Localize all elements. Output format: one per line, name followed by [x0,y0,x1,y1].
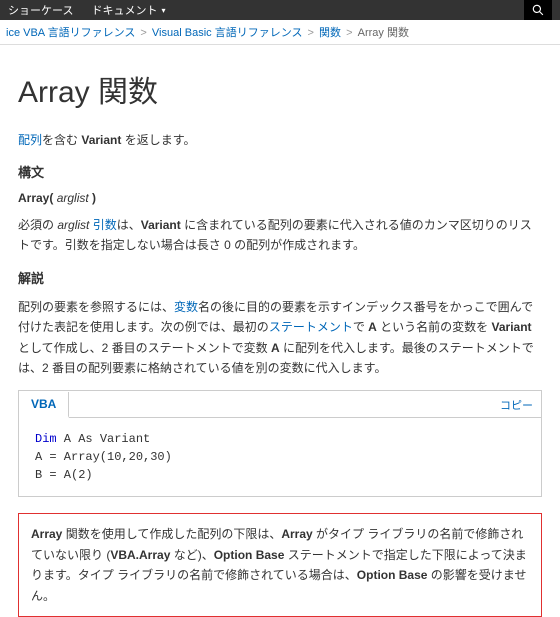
link-array[interactable]: 配列 [18,133,42,147]
syntax-heading: 構文 [18,162,542,181]
code-content: Dim A As Variant A = Array(10,20,30) B =… [19,418,541,496]
crumb-sep: > [346,27,352,39]
crumb-current: Array 関数 [358,27,409,39]
crumb-1[interactable]: Visual Basic 言語リファレンス [152,27,303,39]
nav-label: ドキュメント [91,2,157,18]
nav-showcase[interactable]: ショーケース [8,2,73,18]
syntax-line: Array( arglist ) [18,191,542,205]
code-tabs: VBA コピー [19,391,541,418]
link-statement[interactable]: ステートメント [269,320,353,334]
copy-button[interactable]: コピー [500,397,533,413]
desc-text: 配列の要素を参照するには、変数名の後に目的の要素を示すインデックス番号をかっこで… [18,297,542,379]
top-nav: ショーケース ドキュメント ▾ [0,0,560,20]
page-title: Array 関数 [18,67,542,111]
link-variable[interactable]: 変数 [174,300,198,314]
crumb-0[interactable]: ice VBA 言語リファレンス [6,27,135,39]
crumb-sep: > [140,27,146,39]
arglist-desc: 必須の arglist 引数は、Variant に含まれている配列の要素に代入さ… [18,215,542,256]
breadcrumb: ice VBA 言語リファレンス > Visual Basic 言語リファレンス… [0,20,560,45]
search-button[interactable] [524,0,552,20]
note-box: Array 関数を使用して作成した配列の下限は、Array がタイプ ライブラリ… [18,513,542,617]
crumb-2[interactable]: 関数 [319,27,341,39]
nav-label: ショーケース [8,2,73,18]
main-content: Array 関数 配列を含む Variant を返します。 構文 Array( … [0,67,560,617]
link-argument[interactable]: 引数 [93,218,117,232]
nav-document[interactable]: ドキュメント ▾ [91,2,165,18]
desc-heading: 解説 [18,268,542,287]
chevron-down-icon: ▾ [161,6,165,15]
intro-text: 配列を含む Variant を返します。 [18,131,542,148]
search-icon [532,4,544,16]
crumb-sep: > [308,27,314,39]
code-block: VBA コピー Dim A As Variant A = Array(10,20… [18,390,542,497]
tab-vba[interactable]: VBA [19,392,69,418]
